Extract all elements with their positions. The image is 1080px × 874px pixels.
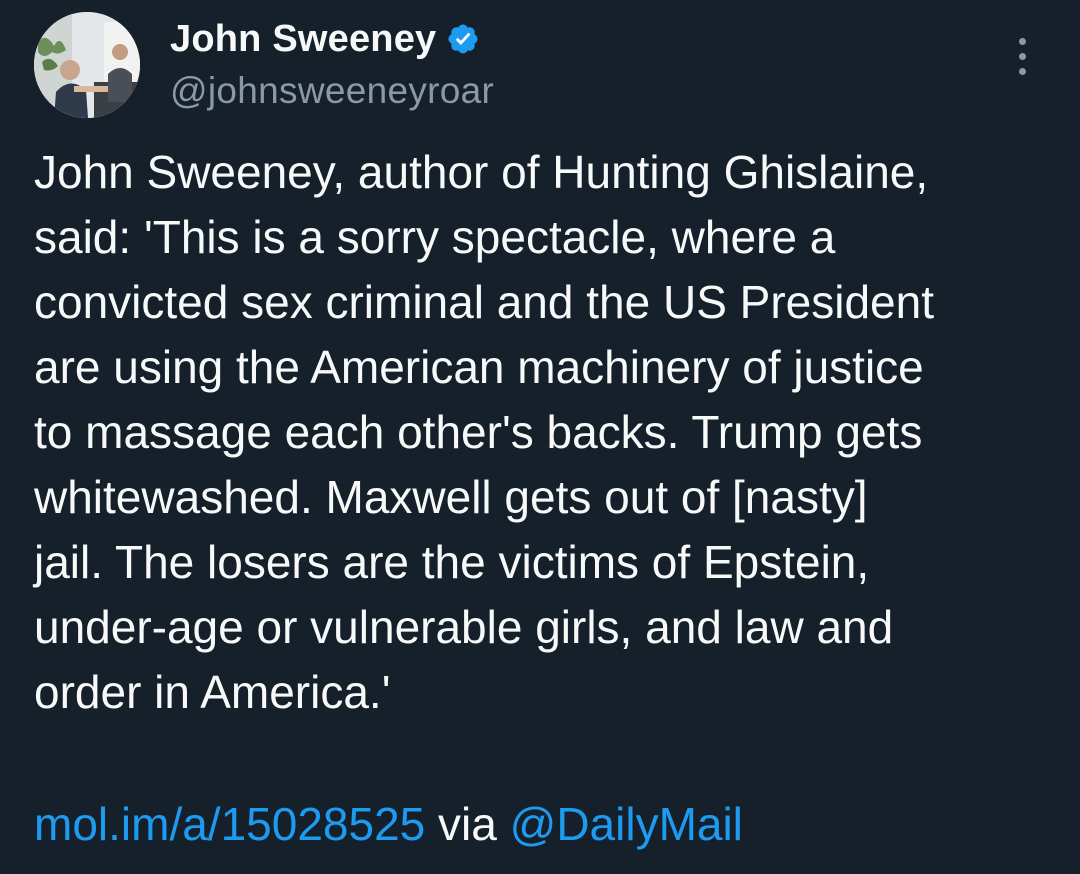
verified-badge-icon[interactable] [446,22,480,56]
article-link[interactable]: mol.im/a/15028525 [34,798,425,850]
tweet-card: John Sweeney @johnsweeneyroar John Sween… [0,0,1080,874]
tweet-header: John Sweeney @johnsweeneyroar [34,12,1046,122]
more-vertical-icon[interactable] [1012,38,1032,82]
mention-link[interactable]: @DailyMail [510,798,743,850]
tweet-text: John Sweeney, author of Hunting Ghislain… [34,146,934,718]
more-dot [1018,68,1026,75]
more-dot [1018,38,1026,45]
more-dot [1018,53,1026,60]
avatar[interactable] [34,12,140,118]
profile-photo [34,12,140,118]
author-names: John Sweeney @johnsweeneyroar [170,16,494,112]
user-handle[interactable]: @johnsweeneyroar [170,70,494,112]
via-text: via [425,798,510,850]
display-name[interactable]: John Sweeney [170,18,436,61]
display-name-row: John Sweeney [170,16,494,62]
tweet-link-line: mol.im/a/15028525 via @DailyMail [34,792,743,857]
